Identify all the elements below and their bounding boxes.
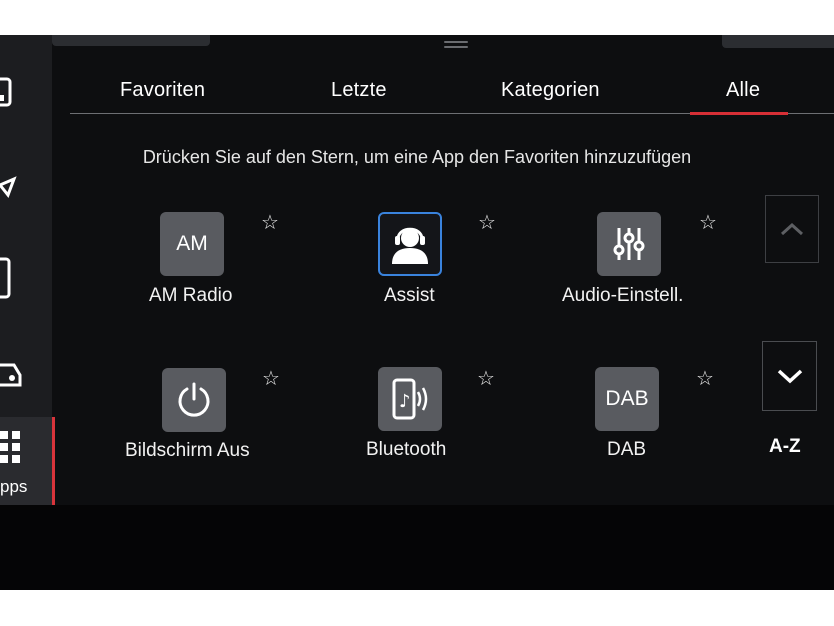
scroll-down-button[interactable] — [762, 341, 817, 411]
scroll-up-button[interactable] — [765, 195, 819, 263]
app-label-audio-settings: Audio-Einstell. — [562, 285, 684, 306]
audio-settings-app[interactable] — [597, 212, 661, 276]
star-icon[interactable]: ☆ — [478, 213, 496, 233]
infotainment-screen: pps Favoriten Letzte Kategorien Alle Drü… — [0, 35, 834, 590]
tab-favoriten[interactable]: Favoriten — [120, 79, 205, 102]
car-icon — [0, 363, 22, 387]
dab-icon: DAB — [605, 387, 649, 410]
app-label-am-radio: AM Radio — [149, 285, 233, 306]
chevron-down-icon — [777, 369, 802, 384]
assist-app[interactable] — [378, 212, 442, 276]
tab-bar: Favoriten Letzte Kategorien Alle — [70, 73, 834, 115]
sidebar-item-vehicle[interactable] — [0, 353, 52, 389]
top-bezel-right — [722, 35, 834, 48]
am-radio-app[interactable]: AM — [160, 212, 224, 276]
headset-assist-icon — [392, 227, 428, 264]
active-tab-indicator — [690, 112, 788, 115]
star-icon[interactable]: ☆ — [699, 213, 717, 233]
media-icon — [0, 77, 12, 107]
star-icon[interactable]: ☆ — [696, 369, 714, 389]
phone-icon — [0, 257, 11, 299]
sidebar-apps-label: pps — [0, 477, 28, 496]
sidebar-item-apps[interactable]: pps — [0, 417, 55, 505]
top-bezel-left — [52, 35, 210, 46]
sidebar-item-phone[interactable] — [0, 257, 52, 301]
bluetooth-app[interactable]: ♪ — [378, 367, 442, 431]
app-label-assist: Assist — [384, 285, 435, 306]
tab-letzte[interactable]: Letzte — [331, 79, 387, 102]
screen-off-app[interactable] — [162, 368, 226, 432]
tab-alle[interactable]: Alle — [726, 79, 760, 102]
sidebar-item-navigation[interactable] — [0, 173, 52, 203]
drag-handle[interactable] — [444, 41, 468, 48]
phone-audio-icon: ♪ — [392, 378, 428, 420]
star-icon[interactable]: ☆ — [261, 213, 279, 233]
power-icon — [178, 382, 210, 417]
apps-grid-icon — [0, 431, 20, 463]
dab-app[interactable]: DAB — [595, 367, 659, 431]
chevron-up-icon — [780, 222, 804, 236]
sidebar-item-media[interactable] — [0, 77, 52, 109]
star-icon[interactable]: ☆ — [262, 369, 280, 389]
am-radio-icon: AM — [176, 232, 208, 255]
favorites-hint: Drücken Sie auf den Stern, um eine App d… — [142, 147, 692, 167]
sidebar: pps — [0, 35, 55, 505]
equalizer-sliders-icon — [613, 228, 645, 260]
svg-text:♪: ♪ — [399, 391, 411, 412]
tab-kategorien[interactable]: Kategorien — [501, 79, 600, 102]
bottom-bar — [0, 505, 834, 590]
app-label-screen-off: Bildschirm Aus — [125, 440, 250, 461]
app-label-dab: DAB — [607, 439, 647, 460]
alphabetical-sort-label[interactable]: A-Z — [769, 436, 801, 458]
app-label-bluetooth: Bluetooth — [366, 439, 447, 460]
navigation-icon — [0, 176, 17, 198]
star-icon[interactable]: ☆ — [477, 369, 495, 389]
